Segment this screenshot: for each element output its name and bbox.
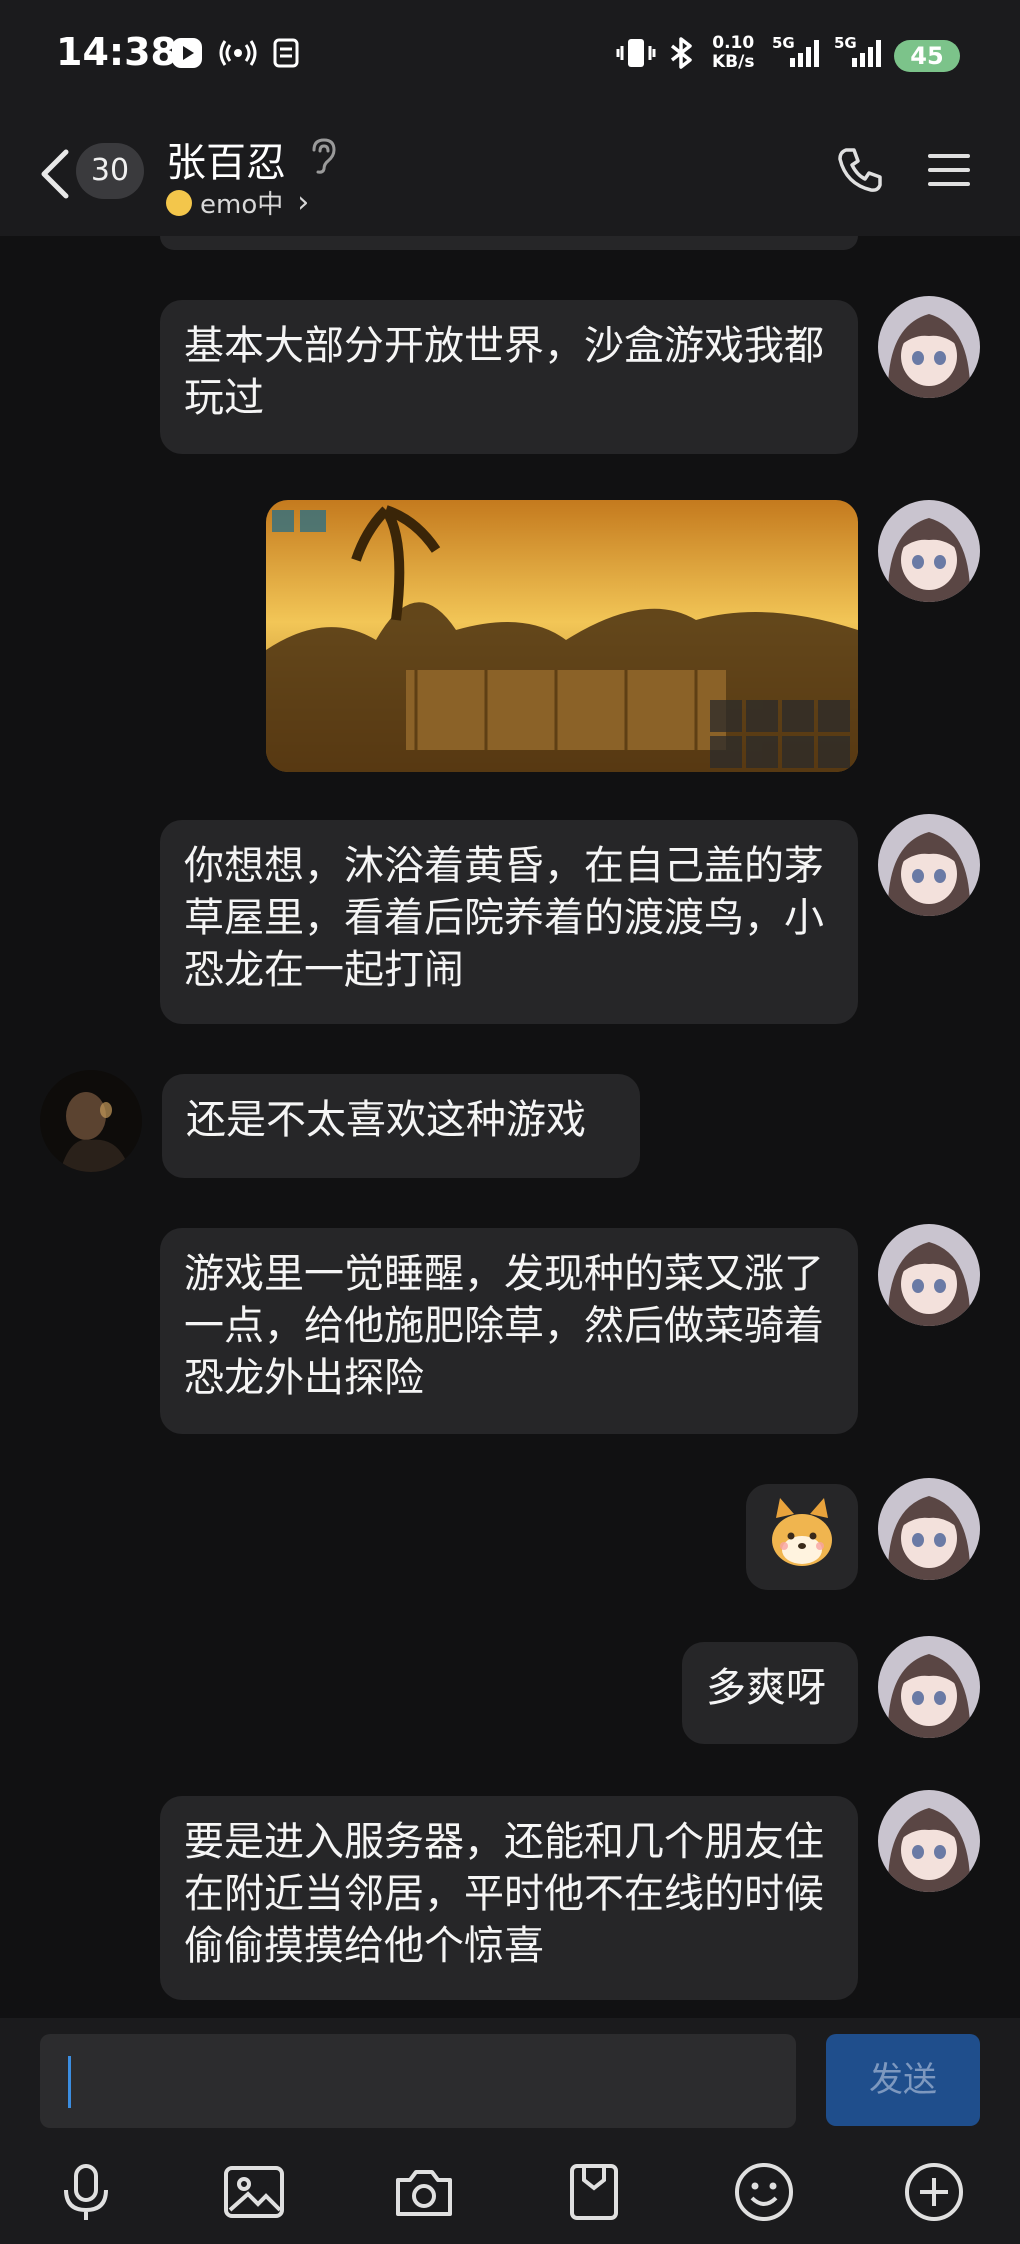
clock: 14:38 [56, 30, 177, 74]
signal-icon-sim1 [790, 40, 819, 67]
menu-icon[interactable] [926, 150, 972, 190]
battery-indicator: 45 [894, 40, 960, 72]
emo-face-icon [166, 189, 192, 216]
video-app-icon [172, 38, 202, 68]
plus-icon[interactable] [902, 2160, 966, 2224]
chevron-right-icon: › [297, 185, 310, 220]
signal-icon-sim2 [852, 40, 881, 67]
contact-avatar[interactable] [40, 1070, 142, 1172]
unread-count-badge[interactable]: 30 [76, 143, 144, 199]
my-avatar[interactable] [878, 1224, 980, 1326]
shiba-dog-sticker-icon [772, 1498, 832, 1566]
hotspot-icon [219, 40, 257, 66]
notes-icon [273, 38, 299, 68]
my-avatar[interactable] [878, 814, 980, 916]
phone-call-icon[interactable] [834, 144, 886, 196]
message-bubble-1[interactable]: 基本大部分开放世界，沙盒游戏我都玩过 [160, 300, 858, 454]
my-avatar[interactable] [878, 296, 980, 398]
message-bubble-7[interactable]: 多爽呀 [682, 1642, 858, 1744]
anime-girl-avatar-icon [878, 296, 980, 398]
my-avatar[interactable] [878, 1636, 980, 1738]
dark-portrait-avatar-icon [40, 1070, 142, 1172]
anime-girl-avatar-icon [878, 1790, 980, 1892]
ear-icon [312, 138, 336, 174]
contact-status[interactable]: emo中 › [166, 184, 309, 221]
bluetooth-icon [670, 37, 692, 69]
my-avatar[interactable] [878, 1790, 980, 1892]
contact-name[interactable]: 张百忍 [166, 130, 286, 188]
message-bubble-3[interactable]: 你想想，沐浴着黄昏，在自己盖的茅草屋里，看着后院养着的渡渡鸟，小恐龙在一起打闹 [160, 820, 858, 1024]
net-speed-unit: KB/s [712, 52, 755, 72]
anime-girl-avatar-icon [878, 1636, 980, 1738]
sticker-bubble[interactable] [746, 1484, 858, 1590]
game-screenshot-icon [266, 500, 858, 772]
anime-girl-avatar-icon [878, 500, 980, 602]
back-arrow-icon[interactable] [36, 146, 72, 202]
message-input[interactable] [40, 2034, 796, 2128]
net-speed-value: 0.10 [712, 33, 755, 53]
message-bubble-8[interactable]: 要是进入服务器，还能和几个朋友住在附近当邻居，平时他不在线的时候偷偷摸摸给他个惊… [160, 1796, 858, 2000]
vibrate-icon [616, 39, 656, 67]
file-icon[interactable] [562, 2160, 626, 2224]
anime-girl-avatar-icon [878, 1224, 980, 1326]
network-speed: 0.10 KB/s [712, 34, 754, 72]
my-avatar[interactable] [878, 1478, 980, 1580]
emoji-icon[interactable] [732, 2160, 796, 2224]
message-bubble-4[interactable]: 还是不太喜欢这种游戏 [162, 1074, 640, 1178]
status-text: emo中 [200, 190, 284, 220]
image-icon[interactable] [222, 2160, 286, 2224]
camera-icon[interactable] [392, 2160, 456, 2224]
anime-girl-avatar-icon [878, 814, 980, 916]
send-button[interactable]: 发送 [826, 2034, 980, 2126]
game-screenshot-image[interactable] [266, 500, 858, 772]
anime-girl-avatar-icon [878, 1478, 980, 1580]
text-caret [68, 2056, 71, 2108]
my-avatar[interactable] [878, 500, 980, 602]
previous-message-bubble [160, 236, 858, 250]
message-bubble-5[interactable]: 游戏里一觉睡醒，发现种的菜又涨了一点，给他施肥除草，然后做菜骑着恐龙外出探险 [160, 1228, 858, 1434]
microphone-icon[interactable] [54, 2160, 118, 2224]
